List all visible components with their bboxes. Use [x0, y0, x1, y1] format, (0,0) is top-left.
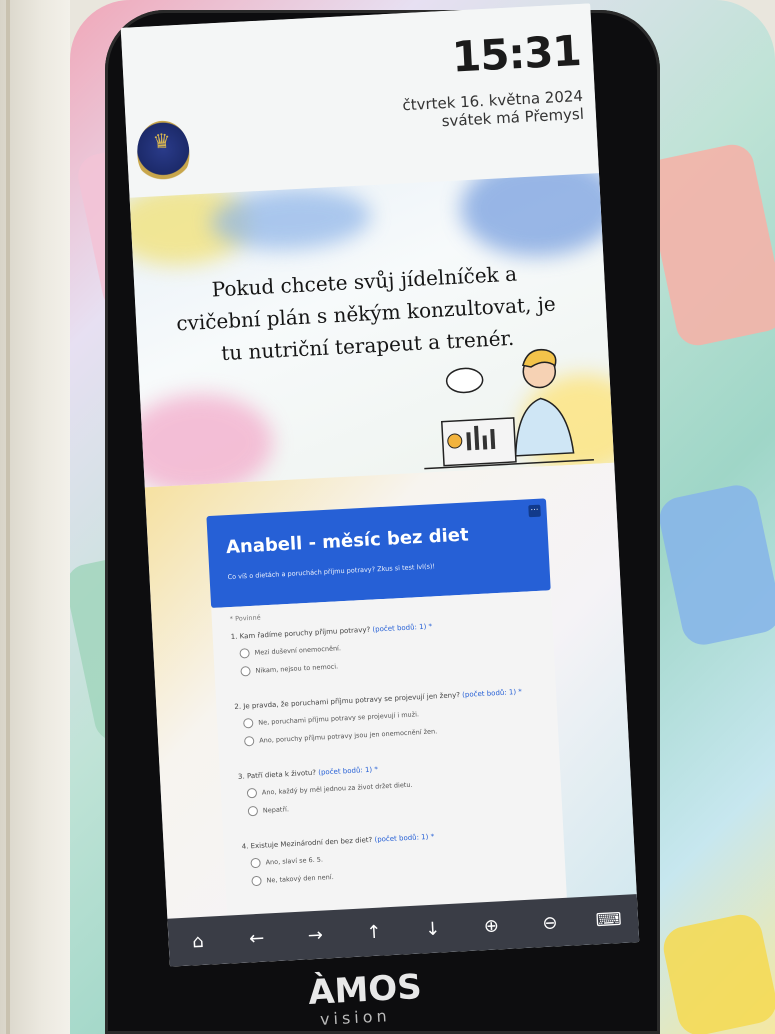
zoom-in-icon[interactable]: ⊕ [473, 908, 509, 944]
question-points: (počet bodů: 1) * [318, 765, 379, 777]
radio-icon[interactable] [239, 648, 250, 659]
decor-blob [659, 910, 775, 1034]
answer-option[interactable]: Ano, poruchy příjmu potravy jsou jen one… [243, 726, 438, 747]
arrow-left-icon[interactable]: ← [239, 920, 275, 956]
kiosk-screen: ♛ 15:31 čtvrtek 16. května 2024 svátek m… [120, 3, 640, 967]
question-points: (počet bodů: 1) * [372, 622, 433, 634]
clock-time: 15:31 [450, 25, 582, 82]
question-text: 1. Kam řadíme poruchy příjmu potravy? [230, 625, 371, 642]
option-label: Ano, každý by měl jednou za život držet … [261, 780, 413, 797]
date-block: čtvrtek 16. května 2024 svátek má Přemys… [402, 87, 584, 132]
consultant-illustration [424, 348, 595, 470]
question-4: 4. Existuje Mezinárodní den bez diet? (p… [242, 833, 435, 851]
option-label: Ne, takový den není. [266, 872, 334, 885]
question-points: (počet bodů: 1) * [461, 687, 523, 699]
watercolor-splash [129, 390, 276, 488]
question-1: 1. Kam řadíme poruchy příjmu potravy? (p… [231, 622, 433, 641]
question-2: 2. Je pravda, že poruchami příjmu potrav… [234, 688, 522, 711]
arrow-down-icon[interactable]: ↓ [415, 911, 451, 947]
wall-edge [6, 0, 10, 1034]
promo-banner: Pokud chcete svůj jídelníček a cvičební … [129, 173, 615, 488]
radio-icon[interactable] [243, 717, 254, 729]
radio-icon[interactable] [240, 666, 251, 677]
question-3: 3. Patří dieta k životu? (počet bodů: 1)… [238, 766, 378, 781]
school-logo: ♛ [135, 119, 191, 185]
watercolor-splash [209, 185, 373, 254]
zoom-out-icon[interactable]: ⊖ [532, 905, 568, 941]
answer-option[interactable]: Ne, poruchami příjmu potravy se projevuj… [243, 709, 420, 729]
watercolor-splash [458, 173, 615, 261]
form-title: Anabell - měsíc bez diet [225, 524, 470, 559]
question-points: (počet bodů: 1) * [374, 832, 435, 844]
question-text: 4. Existuje Mezinárodní den bez diet? [241, 835, 373, 851]
form-card: * Povinné 1. Kam řadíme poruchy příjmu p… [211, 590, 567, 918]
option-label: Nepatří. [262, 805, 290, 815]
wall-left [0, 0, 70, 1034]
question-text: 3. Patří dieta k životu? [237, 768, 317, 781]
option-label: Ne, poruchami příjmu potravy se projevuj… [258, 710, 420, 727]
brand-subtitle: vision [319, 1006, 392, 1029]
option-label: Ano, poruchy příjmu potravy jsou jen one… [259, 727, 438, 745]
option-label: Ano, slaví se 6. 5. [265, 855, 324, 867]
question-text: 2. Je pravda, že poruchami příjmu potrav… [234, 691, 461, 711]
decor-blob [641, 140, 775, 350]
form-subtitle: Co víš o dietách a poruchách příjmu potr… [227, 562, 436, 582]
required-note: * Povinné [229, 613, 261, 624]
answer-option[interactable]: Ano, každý by měl jednou za život držet … [246, 780, 413, 799]
radio-icon[interactable] [251, 875, 262, 887]
form-header: Anabell - měsíc bez diet Co víš o dietác… [206, 498, 551, 609]
answer-option[interactable]: Ne, takový den není. [251, 872, 334, 887]
radio-icon[interactable] [250, 857, 261, 869]
keyboard-icon[interactable]: ⌨ [591, 902, 627, 938]
answer-option[interactable]: Mezi duševní onemocnění. [239, 643, 342, 659]
answer-option[interactable]: Nikam, nejsou to nemoci. [240, 661, 339, 677]
home-icon[interactable]: ⌂ [180, 923, 216, 959]
answer-option[interactable]: Nepatří. [247, 804, 290, 817]
radio-icon[interactable] [243, 735, 255, 747]
option-label: Mezi duševní onemocnění. [254, 644, 342, 657]
answer-option[interactable]: Ano, slaví se 6. 5. [250, 855, 323, 869]
more-options-icon[interactable]: ⋯ [528, 504, 541, 518]
option-label: Nikam, nejsou to nemoci. [255, 662, 339, 675]
crown-icon: ♛ [152, 128, 172, 154]
arrow-up-icon[interactable]: ↑ [356, 914, 392, 950]
radio-icon[interactable] [246, 787, 258, 799]
radio-icon[interactable] [247, 805, 259, 817]
decor-blob [655, 481, 775, 649]
arrow-right-icon[interactable]: → [297, 917, 333, 953]
